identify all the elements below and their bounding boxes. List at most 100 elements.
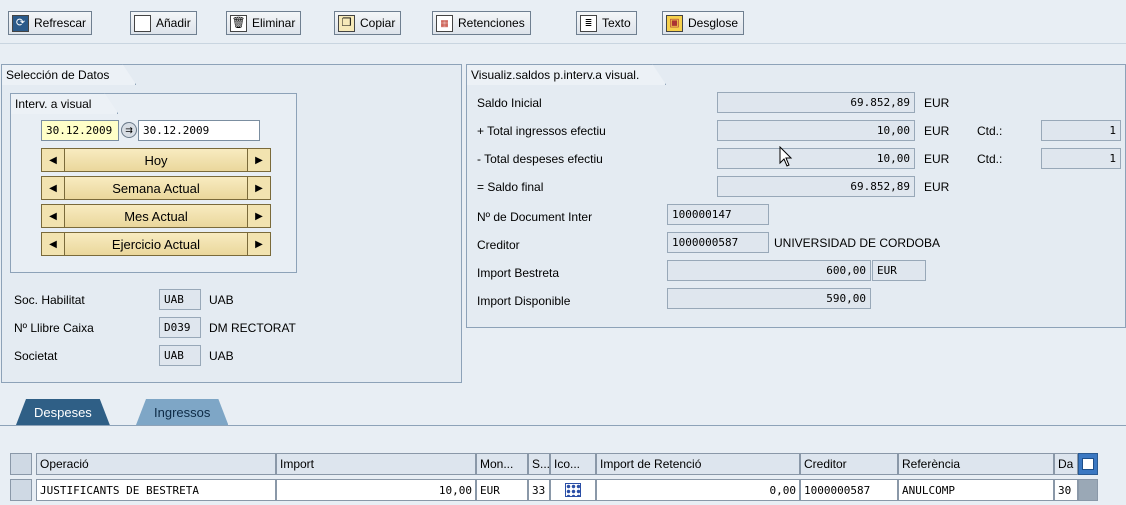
advance-amount-currency: EUR	[872, 260, 926, 281]
triangle-left-icon: ◀	[49, 238, 57, 250]
income-count-value: 1	[1041, 120, 1121, 141]
nav-row-fiscal-year: ◀ Ejercicio Actual ▶	[41, 232, 271, 257]
internal-document-value[interactable]: 100000147	[667, 204, 769, 225]
retentions-icon: ▦	[436, 14, 453, 32]
retentions-button[interactable]: ▦ Retenciones	[432, 11, 531, 35]
cell-reference: ANULCOMP	[898, 479, 1054, 501]
header-creditor[interactable]: Creditor	[800, 453, 898, 475]
previous-today-button[interactable]: ◀	[41, 148, 65, 172]
add-label: Añadir	[156, 16, 191, 30]
total-income-value: 10,00	[717, 120, 915, 141]
cell-retention-amount: 0,00	[596, 479, 800, 501]
column-settings-icon[interactable]	[1078, 453, 1098, 475]
available-amount-value: 590,00	[667, 288, 871, 309]
retentions-label: Retenciones	[458, 16, 525, 30]
total-expenses-label: - Total despeses efectiu	[477, 152, 603, 166]
previous-fiscal-year-button[interactable]: ◀	[41, 232, 65, 256]
item-details-icon	[565, 483, 581, 497]
date-to-field[interactable]: 30.12.2009	[138, 120, 260, 141]
expenses-count-value: 1	[1041, 148, 1121, 169]
data-selection-title: Selección de Datos	[1, 64, 136, 85]
select-all-cell[interactable]	[10, 453, 32, 475]
cell-icon[interactable]	[550, 479, 596, 501]
table-header-row: Operació Import Mon... S... Ico... Impor…	[10, 453, 1100, 475]
data-selection-panel: Selección de Datos Interv. a visual 30.1…	[1, 64, 462, 383]
header-date[interactable]: Da	[1054, 453, 1078, 475]
nav-row-week: ◀ Semana Actual ▶	[41, 176, 271, 201]
triangle-right-icon: ▶	[255, 210, 263, 222]
total-income-label: + Total ingressos efectiu	[477, 124, 606, 138]
creditor-label: Creditor	[477, 238, 520, 252]
add-button[interactable]: Añadir	[130, 11, 197, 35]
balances-panel: Visualiz.saldos p.interv.a visual. Saldo…	[466, 64, 1126, 328]
nav-row-month: ◀ Mes Actual ▶	[41, 204, 271, 229]
advance-amount-value: 600,00	[667, 260, 871, 281]
creditor-code[interactable]: 1000000587	[667, 232, 769, 253]
triangle-right-icon: ▶	[255, 238, 263, 250]
cash-journal-text: DM RECTORAT	[209, 321, 296, 335]
header-status[interactable]: S...	[528, 453, 550, 475]
cash-journal-label: Nº Llibre Caixa	[14, 321, 94, 335]
copy-icon: ❐	[338, 14, 355, 32]
cell-amount: 10,00	[276, 479, 476, 501]
company-code[interactable]: UAB	[159, 345, 201, 366]
new-document-icon	[134, 14, 151, 32]
current-month-button[interactable]: Mes Actual	[65, 204, 247, 228]
internal-document-label: Nº de Document Inter	[477, 210, 593, 224]
tab-expenses[interactable]: Despeses	[16, 399, 110, 425]
closing-balance-value: 69.852,89	[717, 176, 915, 197]
refresh-label: Refrescar	[34, 16, 87, 30]
cell-date: 30	[1054, 479, 1078, 501]
income-count-label: Ctd.:	[977, 124, 1003, 138]
company-enabled-code[interactable]: UAB	[159, 289, 201, 310]
vertical-scrollbar[interactable]	[1078, 479, 1098, 501]
header-currency[interactable]: Mon...	[476, 453, 528, 475]
next-week-button[interactable]: ▶	[247, 176, 271, 200]
today-button[interactable]: Hoy	[65, 148, 247, 172]
breakdown-icon: ▣	[666, 14, 683, 32]
total-expenses-value: 10,00	[717, 148, 915, 169]
cell-status: 33	[528, 479, 550, 501]
cell-operation: JUSTIFICANTS DE BESTRETA	[36, 479, 276, 501]
cell-currency: EUR	[476, 479, 528, 501]
multiple-selection-icon[interactable]: ⇉	[121, 122, 137, 138]
header-amount[interactable]: Import	[276, 453, 476, 475]
header-operation[interactable]: Operació	[36, 453, 276, 475]
application-toolbar: ⟳ Refrescar Añadir 🗑 Eliminar ❐ Copiar ▦…	[0, 0, 1126, 44]
opening-balance-value: 69.852,89	[717, 92, 915, 113]
previous-week-button[interactable]: ◀	[41, 176, 65, 200]
opening-balance-currency: EUR	[924, 96, 950, 110]
triangle-left-icon: ◀	[49, 210, 57, 222]
current-week-button[interactable]: Semana Actual	[65, 176, 247, 200]
expenses-count-label: Ctd.:	[977, 152, 1003, 166]
company-text: UAB	[209, 349, 234, 363]
breakdown-button[interactable]: ▣ Desglose	[662, 11, 745, 35]
closing-balance-label: = Saldo final	[477, 180, 544, 194]
refresh-icon: ⟳	[12, 14, 29, 32]
cash-journal-code[interactable]: D039	[159, 317, 201, 338]
tab-income[interactable]: Ingressos	[136, 399, 228, 425]
text-button[interactable]: ≣ Texto	[576, 11, 637, 35]
current-fiscal-year-button[interactable]: Ejercicio Actual	[65, 232, 247, 256]
tab-strip: Despeses Ingressos	[0, 398, 1126, 426]
next-month-button[interactable]: ▶	[247, 204, 271, 228]
header-icon[interactable]: Ico...	[550, 453, 596, 475]
header-retention-amount[interactable]: Import de Retenció	[596, 453, 800, 475]
copy-button[interactable]: ❐ Copiar	[334, 11, 402, 35]
table-row[interactable]: JUSTIFICANTS DE BESTRETA 10,00 EUR 33 0,…	[10, 479, 1100, 501]
next-today-button[interactable]: ▶	[247, 148, 271, 172]
total-income-currency: EUR	[924, 124, 950, 138]
advance-amount-label: Import Bestreta	[477, 266, 560, 280]
text-icon: ≣	[580, 14, 597, 32]
next-fiscal-year-button[interactable]: ▶	[247, 232, 271, 256]
row-selector[interactable]	[10, 479, 32, 501]
total-expenses-currency: EUR	[924, 152, 950, 166]
triangle-right-icon: ▶	[255, 182, 263, 194]
delete-button[interactable]: 🗑 Eliminar	[226, 11, 302, 35]
previous-month-button[interactable]: ◀	[41, 204, 65, 228]
company-enabled-text: UAB	[209, 293, 234, 307]
refresh-button[interactable]: ⟳ Refrescar	[8, 11, 93, 35]
interval-title: Interv. a visual	[10, 93, 118, 114]
header-reference[interactable]: Referència	[898, 453, 1054, 475]
date-from-field[interactable]: 30.12.2009	[41, 120, 119, 141]
